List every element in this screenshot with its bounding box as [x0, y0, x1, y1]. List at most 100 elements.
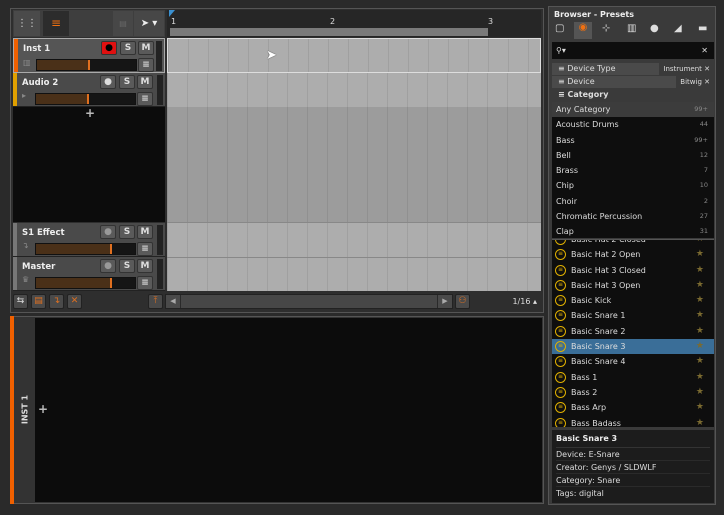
tab-devices-icon[interactable]: ▢	[555, 23, 564, 34]
add-track-button[interactable]: +	[85, 106, 95, 120]
category-name: Chromatic Percussion	[556, 212, 643, 222]
pointer-tool-icon[interactable]: ➤ ▾	[134, 11, 164, 36]
clip-launcher-toggle[interactable]: ⋮⋮	[14, 11, 40, 36]
grid-resolution-select[interactable]: 1/16 ▴	[473, 294, 541, 309]
preset-item[interactable]: ≡ Basic Hat 3 Closed ★	[552, 263, 714, 278]
favorite-star-icon[interactable]: ★	[696, 263, 704, 278]
track-io-button[interactable]: ⇆	[13, 294, 28, 309]
preset-item[interactable]: ≡ Bass Badass ★	[552, 416, 714, 427]
tab-clips-icon[interactable]: ◢	[674, 23, 682, 34]
preset-item[interactable]: ≡ Basic Snare 3 ★	[552, 339, 714, 355]
preset-item[interactable]: ≡ Basic Hat 3 Open ★	[552, 278, 714, 293]
mute-button[interactable]: M	[138, 41, 154, 55]
tab-multisamples-icon[interactable]: ▥	[627, 23, 636, 34]
lane-s1-effect[interactable]	[167, 222, 541, 257]
effect-track-toggle[interactable]: ↴	[49, 294, 64, 309]
record-arm-button[interactable]: ●	[101, 41, 117, 55]
volume-fader[interactable]	[35, 93, 136, 105]
solo-button[interactable]: S	[120, 41, 136, 55]
preset-item[interactable]: ≡ Basic Kick ★	[552, 293, 714, 308]
solo-button[interactable]: S	[119, 75, 135, 89]
favorite-star-icon[interactable]: ★	[696, 400, 704, 415]
add-device-button[interactable]: +	[38, 402, 48, 416]
preset-item[interactable]: ≡ Basic Hat 2 Closed ★	[552, 240, 714, 247]
track-menu-button[interactable]: ≡	[138, 58, 154, 72]
preset-item[interactable]: ≡ Bass 2 ★	[552, 385, 714, 400]
mute-button[interactable]: M	[137, 225, 153, 239]
favorite-star-icon[interactable]: ★	[696, 240, 704, 247]
tab-samples-icon[interactable]: ⊹	[602, 23, 610, 34]
solo-button[interactable]: S	[119, 225, 135, 239]
filter-device-type[interactable]: ≡ Device Type Instrument ✕	[552, 63, 714, 75]
horizontal-scrollbar[interactable]: ◀ ▶	[165, 294, 453, 309]
timeline-ruler[interactable]: 1 2 3	[167, 10, 541, 37]
favorite-star-icon[interactable]: ★	[696, 247, 704, 262]
favorite-star-icon[interactable]: ★	[696, 293, 704, 308]
filter-value[interactable]: Instrument ✕	[659, 63, 714, 75]
remove-button[interactable]: ✕	[67, 294, 82, 309]
favorite-star-icon[interactable]: ★	[696, 354, 704, 369]
favorite-star-icon[interactable]: ★	[696, 324, 704, 339]
follow-playhead-button[interactable]: ⤒	[148, 294, 163, 309]
record-arm-button[interactable]: ●	[100, 75, 116, 89]
track-menu-button[interactable]: ≡	[137, 276, 153, 290]
filter-device[interactable]: ≡ Device Bitwig ✕	[552, 76, 714, 88]
category-item[interactable]: Clap 31	[552, 224, 714, 238]
browser-search-input[interactable]: ⚲▾ ✕	[552, 42, 714, 59]
track-master[interactable]: Master ● S M ♛ ≡	[13, 257, 165, 291]
tab-music-icon[interactable]: ●	[650, 23, 659, 34]
favorite-star-icon[interactable]: ★	[696, 385, 704, 400]
category-item[interactable]: Bell 12	[552, 148, 714, 163]
favorite-star-icon[interactable]: ★	[696, 339, 704, 354]
favorite-star-icon[interactable]: ★	[696, 370, 704, 385]
lane-inst-1[interactable]	[167, 38, 541, 73]
favorite-star-icon[interactable]: ★	[696, 278, 704, 293]
category-item[interactable]: Chip 10	[552, 178, 714, 193]
snap-icon[interactable]: ▤	[113, 11, 133, 36]
lane-audio-2[interactable]	[167, 73, 541, 107]
preset-item[interactable]: ≡ Basic Snare 2 ★	[552, 324, 714, 339]
playhead-icon[interactable]	[169, 10, 175, 17]
mute-button[interactable]: M	[137, 75, 153, 89]
solo-button[interactable]: S	[119, 259, 135, 273]
preset-item[interactable]: ≡ Basic Hat 2 Open ★	[552, 247, 714, 262]
arranger-toggle[interactable]: ≡	[43, 11, 69, 36]
category-item[interactable]: Chromatic Percussion 27	[552, 209, 714, 224]
favorite-star-icon[interactable]: ★	[696, 416, 704, 427]
category-header[interactable]: ≡ Category	[552, 89, 714, 101]
category-item[interactable]: Any Category 99+	[552, 102, 714, 118]
category-item[interactable]: Choir 2	[552, 194, 714, 209]
filter-value[interactable]: Bitwig ✕	[676, 76, 714, 88]
scroll-left-icon[interactable]: ◀	[166, 295, 180, 308]
volume-fader[interactable]	[36, 59, 137, 71]
category-item[interactable]: Acoustic Drums 44	[552, 117, 714, 132]
track-menu-button[interactable]: ≡	[137, 242, 153, 256]
track-s1-effect[interactable]: S1 Effect ● S M ↴ ≡	[13, 223, 165, 257]
track-inst-1[interactable]: Inst 1 ● S M ▥ ≡	[13, 38, 165, 73]
tab-monitor-icon[interactable]: ▬	[698, 23, 707, 34]
volume-fader[interactable]	[35, 243, 136, 255]
preset-item[interactable]: ≡ Basic Snare 1 ★	[552, 308, 714, 323]
lane-empty[interactable]	[167, 107, 541, 222]
mute-button[interactable]: M	[137, 259, 153, 273]
record-arm-button[interactable]: ●	[100, 225, 116, 239]
preset-name: Basic Snare 3	[571, 342, 626, 352]
track-audio-2[interactable]: Audio 2 ● S M ▸ ≡	[13, 73, 165, 107]
lane-master[interactable]	[167, 257, 541, 291]
scroll-right-icon[interactable]: ▶	[438, 295, 452, 308]
clear-search-button[interactable]: ✕	[701, 42, 708, 59]
mixer-toggle[interactable]: ▤	[31, 294, 46, 309]
tab-presets-icon[interactable]: ◉	[574, 22, 592, 39]
category-item[interactable]: Brass 7	[552, 163, 714, 178]
preset-item[interactable]: ≡ Basic Snare 4 ★	[552, 354, 714, 369]
scroll-thumb[interactable]	[181, 295, 437, 308]
preset-item[interactable]: ≡ Bass Arp ★	[552, 400, 714, 415]
loop-region[interactable]	[170, 28, 488, 36]
favorite-star-icon[interactable]: ★	[696, 308, 704, 323]
preset-item[interactable]: ≡ Bass 1 ★	[552, 370, 714, 385]
record-arm-button[interactable]: ●	[100, 259, 116, 273]
volume-fader[interactable]	[35, 277, 136, 289]
category-item[interactable]: Bass 99+	[552, 133, 714, 148]
track-menu-button[interactable]: ≡	[137, 92, 153, 106]
automation-button[interactable]: ⚇	[455, 294, 470, 309]
